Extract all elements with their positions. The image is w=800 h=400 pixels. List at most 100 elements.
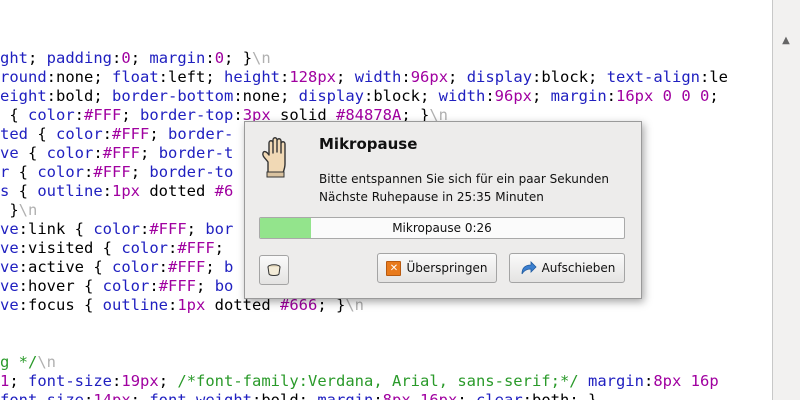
code-token: :focus {: [18, 296, 103, 314]
code-token: font-size: [28, 372, 113, 390]
code-token: :: [84, 391, 94, 400]
code-token: ;: [130, 391, 150, 400]
code-token: :: [233, 106, 243, 124]
code-token: /*font-family:Verdana, Arial, sans-serif…: [177, 372, 579, 390]
code-token: :: [643, 372, 654, 390]
code-token: font-weight: [149, 391, 252, 400]
code-token: color: [112, 258, 159, 276]
code-token: r: [0, 163, 10, 181]
code-token: 96px: [410, 68, 449, 86]
code-token: #FFF: [84, 106, 122, 124]
code-token: color: [37, 163, 85, 181]
code-line: }\n: [0, 201, 37, 220]
code-token: ve: [0, 220, 19, 238]
code-token: :: [606, 87, 616, 105]
code-token: b: [224, 258, 234, 276]
code-token: 8px 16px: [382, 391, 458, 400]
code-token: :block;: [363, 87, 439, 105]
code-token: ;: [214, 239, 225, 257]
code-token: color: [102, 277, 150, 295]
code-token: s: [0, 182, 10, 200]
code-token: ve: [0, 277, 19, 295]
code-line: g */\n: [0, 353, 56, 372]
code-token: border-: [168, 125, 234, 143]
editor-scrollbar[interactable]: ▲: [772, 0, 800, 400]
code-token: outline: [37, 182, 103, 200]
code-token: {: [0, 106, 28, 124]
code-token: ;: [205, 258, 225, 276]
code-token: 0: [121, 49, 131, 67]
code-token: 14px: [93, 391, 131, 400]
code-token: \n: [252, 49, 271, 67]
code-token: 128px: [289, 68, 337, 86]
scroll-up-arrow-icon[interactable]: ▲: [781, 36, 791, 46]
code-token: bo: [214, 277, 234, 295]
code-token: ve: [0, 144, 19, 162]
postpone-arrow-icon: [521, 261, 537, 275]
code-token: clear: [476, 391, 523, 400]
code-token: width: [438, 87, 486, 105]
code-token: color: [46, 144, 94, 162]
code-line: 1; font-size:19px; /*font-family:Verdana…: [0, 372, 719, 391]
code-token: {: [28, 125, 56, 143]
code-token: :link {: [18, 220, 94, 238]
code-token: :: [102, 182, 113, 200]
code-token: :bold;: [252, 391, 318, 400]
code-token: #FFF: [158, 277, 197, 295]
code-token: :bold;: [46, 87, 112, 105]
code-token: :both; }: [522, 391, 598, 400]
code-token: border-top: [140, 106, 234, 124]
code-token: #FFF: [149, 220, 187, 238]
code-token: :: [205, 49, 215, 67]
code-token: #6: [214, 182, 234, 200]
code-token: margin: [317, 391, 374, 400]
code-token: margin: [149, 49, 206, 67]
code-token: :: [84, 163, 94, 181]
code-token: :none;: [233, 87, 299, 105]
code-token: text-align: [606, 68, 701, 86]
code-token: dotted: [140, 182, 215, 200]
code-token: }: [0, 201, 19, 219]
code-token: :: [158, 258, 169, 276]
code-token: ;: [149, 125, 169, 143]
code-token: margin: [587, 372, 644, 390]
code-token: #FFF: [112, 125, 150, 143]
code-token: {: [9, 163, 38, 181]
code-token: color: [93, 220, 140, 238]
lock-button[interactable]: [259, 255, 289, 285]
code-line: eight:bold; border-bottom:none; display:…: [0, 87, 719, 106]
code-token: 16px 0 0 0: [616, 87, 710, 105]
code-token: :block;: [532, 68, 607, 86]
skip-button[interactable]: ✕ Überspringen: [377, 253, 497, 283]
code-token: #FFF: [93, 163, 131, 181]
code-token: :: [280, 68, 290, 86]
code-token: ;: [130, 163, 150, 181]
code-token: :none;: [46, 68, 112, 86]
code-token: bor: [205, 220, 234, 238]
code-token: \n: [37, 353, 56, 371]
code-line: r { color:#FFF; border-to: [0, 163, 233, 182]
code-token: ;: [336, 68, 355, 86]
dialog-title: Mikropause: [319, 135, 418, 153]
code-line: ve { color:#FFF; border-t: [0, 144, 233, 163]
code-token: border-bottom: [112, 87, 234, 105]
postpone-button[interactable]: Aufschieben: [509, 253, 625, 283]
code-token: :: [93, 144, 103, 162]
code-token: 19px: [121, 372, 159, 390]
hand-icon: [262, 137, 286, 178]
code-line: ght; padding:0; margin:0; }\n: [0, 49, 271, 68]
code-token: ;: [28, 49, 47, 67]
code-token: ;: [196, 277, 215, 295]
code-token: :: [74, 106, 85, 124]
code-token: eight: [0, 87, 47, 105]
code-token: color: [28, 106, 75, 124]
code-token: :le: [700, 68, 729, 86]
code-token: :: [401, 68, 411, 86]
break-progress-bar: Mikropause 0:26: [259, 217, 625, 239]
code-token: 0: [214, 49, 225, 67]
code-token: :: [102, 125, 113, 143]
code-token: 8px 16p: [653, 372, 719, 390]
code-token: {: [9, 182, 38, 200]
code-line: ve:link { color:#FFF; bor: [0, 220, 233, 239]
